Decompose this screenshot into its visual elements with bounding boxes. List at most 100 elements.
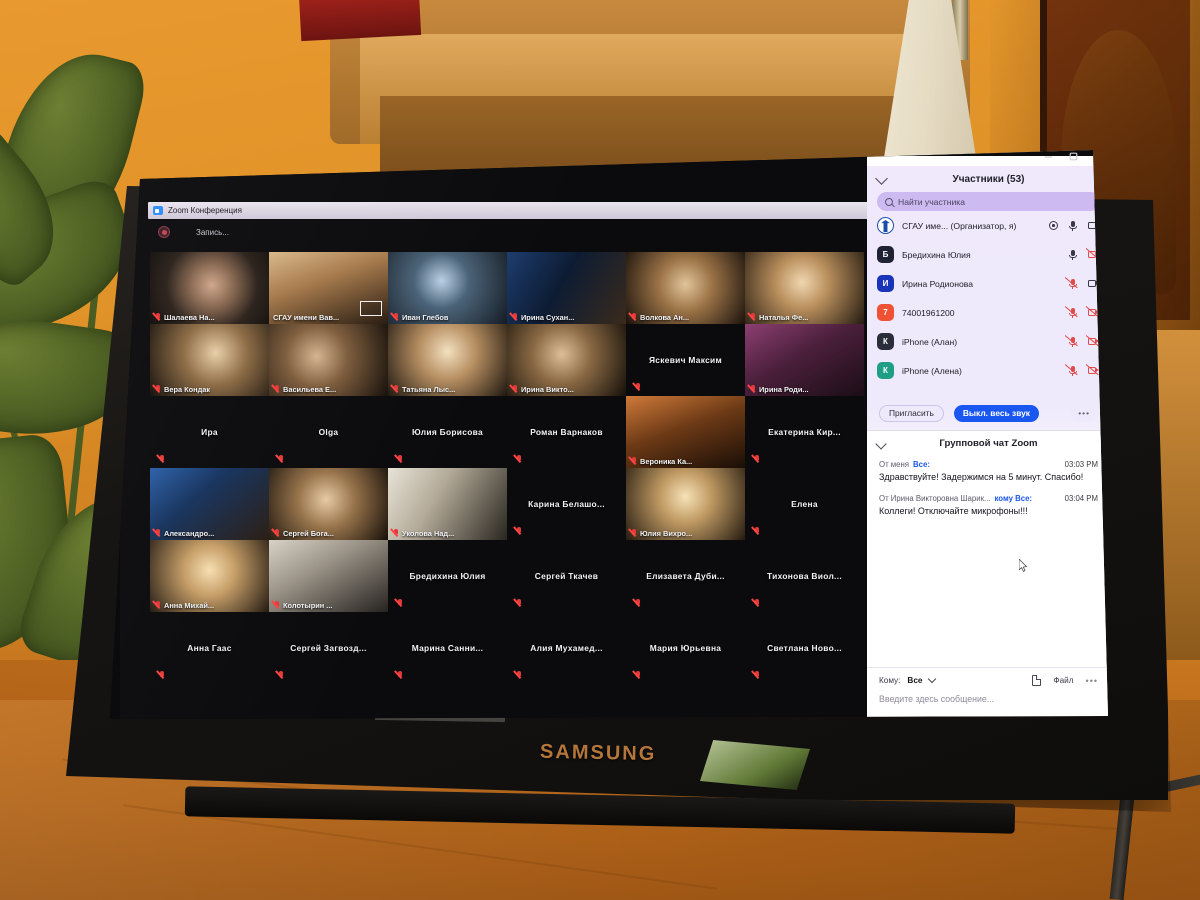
participants-rows: СГАУ име... (Организатор, я) Б Бредихина Ю… — [867, 211, 1108, 385]
file-button-label[interactable]: Файл — [1053, 676, 1073, 685]
participant-tile[interactable]: Уколова Над... — [388, 468, 507, 540]
mic-muted-icon — [515, 671, 522, 680]
file-icon[interactable] — [1032, 675, 1042, 686]
chevron-down-icon[interactable] — [875, 438, 887, 450]
window-titlebar: Zoom Конференция — [148, 202, 883, 219]
mic-on-icon[interactable] — [1066, 220, 1079, 231]
mic-muted-icon[interactable] — [1064, 306, 1079, 318]
participant-name-label: Вероника Ка... — [640, 457, 693, 466]
participant-tile[interactable]: Ирина Сухан... — [507, 252, 626, 324]
participant-status-icons — [1049, 220, 1100, 231]
participant-tile[interactable]: Татьяна Лыс... — [388, 324, 507, 396]
participant-tile[interactable]: Юлия Борисова — [388, 396, 507, 468]
participant-tile[interactable]: Сергей Загвозд... — [269, 612, 388, 684]
participant-tile[interactable]: Яскевич Максим — [626, 324, 745, 396]
chat-message: От Ирина Викторовна Шарик... кому Все: 0… — [867, 490, 1108, 524]
participant-row[interactable]: Б Бредихина Юлия — [867, 240, 1108, 269]
participant-name-label: Роман Варнаков — [530, 427, 603, 437]
participant-name: Наталья Фе... — [749, 313, 808, 322]
chat-message: От меня Все: 03:03 PM Здравствуйте! Заде… — [867, 456, 1108, 490]
mic-on-icon[interactable] — [1066, 249, 1079, 260]
avatar: К — [877, 333, 894, 350]
participant-tile[interactable]: Васильева Е... — [269, 324, 388, 396]
participant-tile[interactable]: Марина Санни... — [388, 612, 507, 684]
message-body: Коллеги! Отключайте микрофоны!!! — [879, 506, 1028, 517]
mic-muted-icon[interactable] — [1064, 335, 1079, 347]
mic-muted-icon — [634, 383, 641, 392]
participant-tile[interactable]: Алия Мухамед... — [507, 612, 626, 684]
participant-name: Марина Санни... — [412, 643, 484, 653]
recording-label: Запись... — [196, 227, 229, 237]
status-dot-icon[interactable] — [1049, 221, 1058, 230]
participant-tile[interactable]: Сергей Бога... — [269, 468, 388, 540]
participant-tile[interactable]: Екатерина Кир... — [745, 396, 864, 468]
participant-tile[interactable]: Александро... — [150, 468, 269, 540]
mute-all-button[interactable]: Выкл. весь звук — [953, 404, 1039, 422]
chat-more-button[interactable]: ••• — [1086, 676, 1098, 686]
mic-muted-icon — [511, 385, 518, 394]
participant-name-label: Елена — [791, 499, 818, 509]
mic-muted-icon — [753, 599, 760, 608]
participant-tile[interactable]: Наталья Фе... — [745, 252, 864, 324]
participant-row[interactable]: КiPhone (Алена) — [867, 356, 1108, 385]
participant-tile[interactable]: Юлия Вихро... — [626, 468, 745, 540]
participant-tile[interactable]: Анна Гаас — [150, 612, 269, 684]
participant-tile[interactable]: Ирина Викто... — [507, 324, 626, 396]
participant-name: Юлия Борисова — [412, 427, 483, 437]
mic-muted-icon[interactable] — [1064, 277, 1079, 289]
participant-tile[interactable]: Иван Глебов — [388, 252, 507, 324]
participant-tile[interactable]: Бредихина Юлия — [388, 540, 507, 612]
participant-tile[interactable]: Ира — [150, 396, 269, 468]
message-to: Все: — [913, 460, 930, 469]
participant-name-label: Бредихина Юлия — [409, 571, 486, 581]
participants-more-button[interactable]: ••• — [1070, 404, 1098, 422]
participant-name: Анна Гаас — [187, 643, 231, 653]
participant-tile[interactable]: Вера Кондак — [150, 324, 269, 396]
maximize-icon[interactable] — [1068, 151, 1079, 162]
mic-muted-icon — [154, 385, 161, 394]
participant-tile[interactable]: Вероника Ка... — [626, 396, 745, 468]
mic-muted-icon — [273, 529, 280, 538]
minimize-icon[interactable] — [1043, 151, 1054, 162]
participant-tile[interactable]: Сергей Ткачев — [507, 540, 626, 612]
participant-name: Бредихина Юлия — [409, 571, 485, 581]
participants-header: Участники (53) — [867, 166, 1108, 192]
participant-tile[interactable]: Мария Юрьевна — [626, 612, 745, 684]
chevron-down-icon[interactable] — [875, 172, 888, 185]
chat-to-value[interactable]: Все — [907, 676, 922, 685]
participant-name: Елена — [791, 499, 818, 509]
participant-tile[interactable]: Елена — [745, 468, 864, 540]
participant-name-label: Ирина Родионова — [902, 278, 973, 289]
chat-message-input[interactable]: Введите здесь сообщение... — [879, 694, 1098, 704]
participant-tile[interactable]: Тихонова Виол... — [745, 540, 864, 612]
participant-tile[interactable]: Колотырин ... — [269, 540, 388, 612]
participant-tile[interactable]: Светлана Ново... — [745, 612, 864, 684]
chevron-down-icon[interactable] — [928, 674, 937, 684]
participant-tile[interactable]: Ирина Роди... — [745, 324, 864, 396]
participant-tile[interactable]: Карина Белашо... — [507, 468, 626, 540]
search-participant-input[interactable]: Найти участника — [877, 192, 1100, 211]
mic-muted-icon — [392, 385, 399, 394]
participant-tile[interactable]: СГАУ имени Вав... — [269, 252, 388, 324]
participant-name-label: Карина Белашо... — [528, 499, 605, 509]
message-to: кому Все: — [994, 494, 1033, 504]
participant-row[interactable]: И Ирина Родионова — [867, 269, 1108, 298]
participant-tile[interactable]: Волкова Ан... — [626, 252, 745, 324]
recording-indicator[interactable]: Запись... — [158, 226, 229, 238]
participant-tile[interactable]: Olga — [269, 396, 388, 468]
mic-muted-icon — [511, 313, 518, 322]
participant-status-icons — [1064, 335, 1100, 347]
invite-button[interactable]: Пригласить — [879, 404, 944, 422]
participant-row[interactable]: КiPhone (Алан) — [867, 327, 1108, 356]
participant-name-label: Екатерина Кир... — [768, 427, 841, 437]
participant-tile[interactable]: Роман Варнаков — [507, 396, 626, 468]
participant-tile[interactable]: Анна Михай... — [150, 540, 269, 612]
mic-muted-icon[interactable] — [1064, 364, 1079, 376]
camera-off-icon[interactable] — [1085, 364, 1100, 376]
participant-tile[interactable]: Шалаева На... — [150, 252, 269, 324]
participant-tile[interactable]: Елизавета Дуби... — [626, 540, 745, 612]
participant-row[interactable]: СГАУ име... (Организатор, я) — [867, 211, 1108, 240]
participant-name-label: Колотырин ... — [283, 601, 333, 610]
participant-row[interactable]: 7 74001961200 — [867, 298, 1108, 327]
mic-muted-icon — [634, 671, 641, 680]
